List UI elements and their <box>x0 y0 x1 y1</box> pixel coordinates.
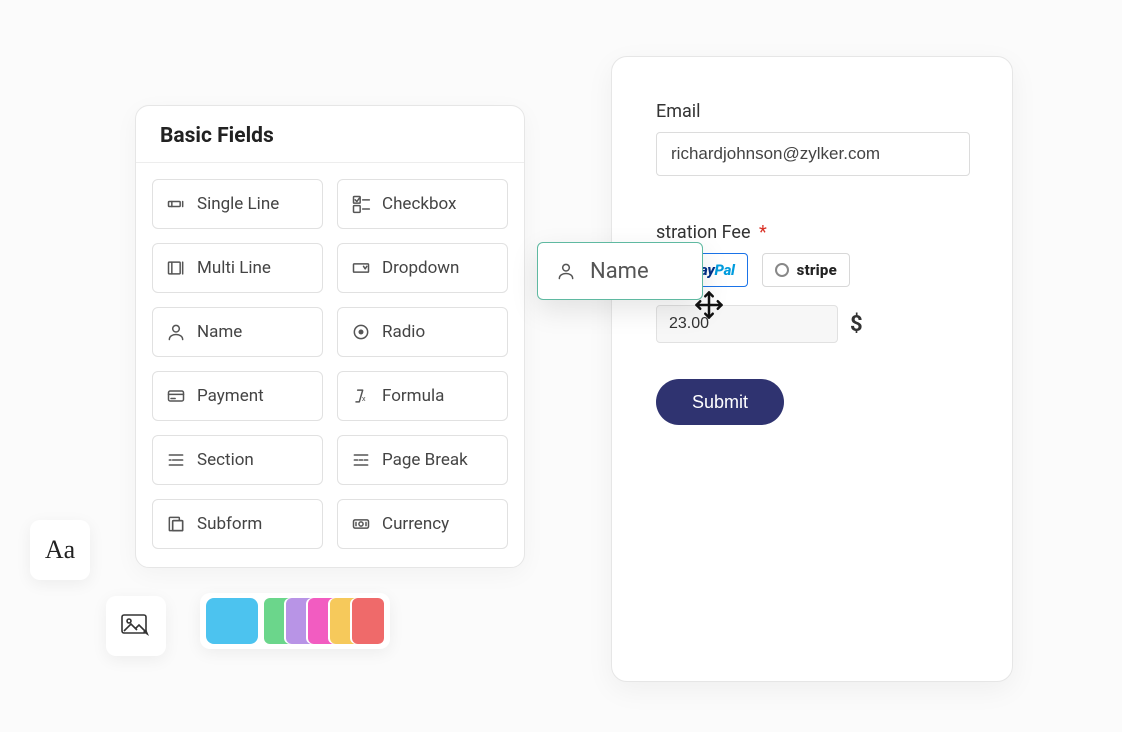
pagebreak-icon <box>350 449 372 471</box>
dragging-label: Name <box>590 259 649 284</box>
field-label: Payment <box>197 386 264 406</box>
amount-field[interactable] <box>656 305 838 343</box>
person-icon <box>554 259 578 283</box>
registration-fee-label-text: stration Fee <box>656 222 751 243</box>
image-edit-icon <box>121 614 151 638</box>
radio-icon <box>350 321 372 343</box>
field-formula[interactable]: x Formula <box>337 371 508 421</box>
field-label: Formula <box>382 386 444 406</box>
field-checkbox[interactable]: Checkbox <box>337 179 508 229</box>
radio-icon <box>775 263 789 277</box>
color-swatch[interactable] <box>352 598 384 644</box>
formula-icon: x <box>350 385 372 407</box>
singleline-icon <box>165 193 187 215</box>
registration-fee-label: stration Fee * <box>656 222 968 243</box>
dragging-field-name[interactable]: Name <box>537 242 703 300</box>
form-preview-panel: Email stration Fee * PayPal stripe $ Sub… <box>611 56 1013 682</box>
multiline-icon <box>165 257 187 279</box>
email-field[interactable] <box>656 132 970 176</box>
payment-icon <box>165 385 187 407</box>
currency-icon <box>350 513 372 535</box>
field-label: Checkbox <box>382 194 456 214</box>
checkbox-icon <box>350 193 372 215</box>
submit-button[interactable]: Submit <box>656 379 784 425</box>
field-label: Page Break <box>382 450 468 470</box>
field-label: Currency <box>382 514 449 534</box>
svg-text:x: x <box>362 394 366 403</box>
field-label: Subform <box>197 514 262 534</box>
stripe-logo: stripe <box>797 261 837 279</box>
basic-fields-title: Basic Fields <box>136 106 524 163</box>
field-label: Section <box>197 450 254 470</box>
section-icon <box>165 449 187 471</box>
stripe-option[interactable]: stripe <box>762 253 850 287</box>
field-label: Multi Line <box>197 258 271 278</box>
email-label: Email <box>656 101 968 122</box>
person-icon <box>165 321 187 343</box>
field-person[interactable]: Name <box>152 307 323 357</box>
color-swatch[interactable] <box>206 598 258 644</box>
subform-icon <box>165 513 187 535</box>
required-asterisk: * <box>759 222 767 243</box>
field-singleline[interactable]: Single Line <box>152 179 323 229</box>
dropdown-icon <box>350 257 372 279</box>
field-subform[interactable]: Subform <box>152 499 323 549</box>
field-currency[interactable]: Currency <box>337 499 508 549</box>
field-label: Single Line <box>197 194 279 214</box>
field-label: Name <box>197 322 242 342</box>
color-palette[interactable] <box>200 593 390 649</box>
font-tool-button[interactable]: Aa <box>30 520 90 580</box>
field-label: Dropdown <box>382 258 459 278</box>
field-label: Radio <box>382 322 425 342</box>
field-section[interactable]: Section <box>152 435 323 485</box>
field-pagebreak[interactable]: Page Break <box>337 435 508 485</box>
field-multiline[interactable]: Multi Line <box>152 243 323 293</box>
basic-fields-grid: Single Line Checkbox Multi Line Dropdown Nam… <box>136 163 524 567</box>
image-tool-button[interactable] <box>106 596 166 656</box>
move-cursor-icon <box>694 290 724 324</box>
basic-fields-panel: Basic Fields Single Line Checkbox Multi Li… <box>135 105 525 568</box>
field-dropdown[interactable]: Dropdown <box>337 243 508 293</box>
dollar-icon: $ <box>850 312 863 337</box>
field-payment[interactable]: Payment <box>152 371 323 421</box>
field-radio[interactable]: Radio <box>337 307 508 357</box>
